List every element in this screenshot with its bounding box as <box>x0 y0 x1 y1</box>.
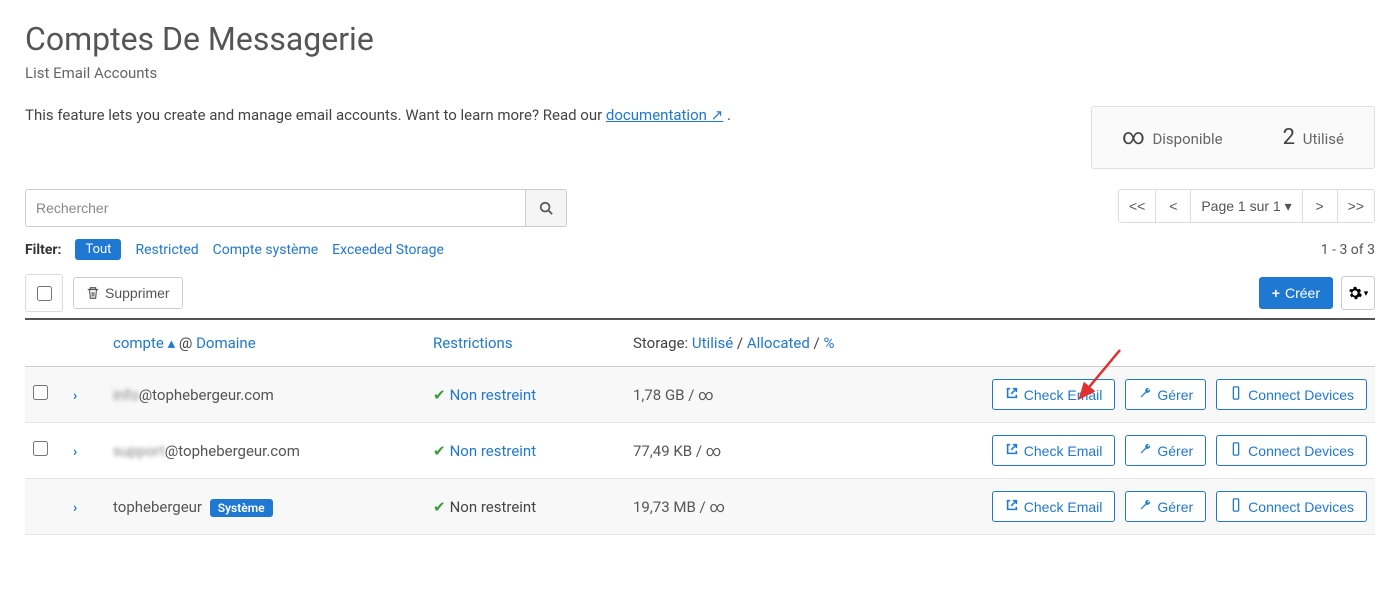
manage-button[interactable]: Gérer <box>1125 435 1206 466</box>
search-icon <box>539 201 553 215</box>
trash-icon <box>86 286 100 300</box>
device-icon <box>1229 386 1243 403</box>
delete-button[interactable]: Supprimer <box>73 277 183 309</box>
select-all-checkbox[interactable] <box>37 286 52 301</box>
caret-down-icon: ▾ <box>1364 288 1369 299</box>
filter-all[interactable]: Tout <box>75 239 121 260</box>
used-label: Utilisé <box>1303 130 1344 148</box>
filter-restricted[interactable]: Restricted <box>135 242 198 258</box>
used-count: 2 <box>1283 125 1295 150</box>
check-email-button[interactable]: Check Email <box>992 491 1116 522</box>
plus-icon: + <box>1272 285 1280 301</box>
expand-row-icon[interactable]: › <box>73 444 77 460</box>
page-prev-button[interactable]: < <box>1155 189 1191 223</box>
wrench-icon <box>1138 498 1152 515</box>
external-link-icon <box>1005 442 1019 459</box>
connect-devices-button[interactable]: Connect Devices <box>1216 491 1367 522</box>
device-icon <box>1229 498 1243 515</box>
account-domain-part: @tophebergeur.com <box>165 442 300 460</box>
create-button[interactable]: + Créer <box>1259 277 1333 309</box>
filter-label: Filter: <box>25 242 61 258</box>
manage-button[interactable]: Gérer <box>1125 491 1206 522</box>
restriction-value: Non restreint <box>450 498 537 516</box>
accounts-table: compte ▴ @ Domaine Restrictions Storage:… <box>25 320 1375 535</box>
connect-devices-button[interactable]: Connect Devices <box>1216 379 1367 410</box>
expand-row-icon[interactable]: › <box>73 500 77 516</box>
external-link-icon <box>1005 386 1019 403</box>
account-domain-part: tophebergeur <box>113 498 202 516</box>
wrench-icon <box>1138 442 1152 459</box>
row-checkbox[interactable] <box>33 441 48 456</box>
account-cell: tophebergeur Système <box>105 479 425 535</box>
check-icon: ✔ <box>433 498 446 516</box>
column-account[interactable]: compte ▴ @ Domaine <box>105 320 425 367</box>
caret-down-icon: ▾ <box>1285 198 1292 214</box>
check-email-button[interactable]: Check Email <box>992 379 1116 410</box>
available-label: Disponible <box>1152 130 1222 148</box>
account-domain-part: @tophebergeur.com <box>139 386 274 404</box>
select-all-container <box>25 274 63 312</box>
column-restrictions[interactable]: Restrictions <box>425 320 625 367</box>
check-icon: ✔ <box>433 442 446 460</box>
connect-devices-button[interactable]: Connect Devices <box>1216 435 1367 466</box>
available-count: ∞ <box>1122 125 1145 150</box>
stats-panel: ∞ Disponible 2 Utilisé <box>1091 106 1375 169</box>
storage-value: 77,49 KB / ∞ <box>625 423 875 479</box>
filter-system[interactable]: Compte système <box>213 242 319 258</box>
system-badge: Système <box>210 499 273 517</box>
restriction-value[interactable]: Non restreint <box>450 442 537 460</box>
wrench-icon <box>1138 386 1152 403</box>
account-cell: info@tophebergeur.com <box>105 367 425 423</box>
filter-exceeded[interactable]: Exceeded Storage <box>332 242 444 258</box>
table-row: › support@tophebergeur.com ✔Non restreint 7… <box>25 423 1375 479</box>
check-email-button[interactable]: Check Email <box>992 435 1116 466</box>
external-link-icon <box>1005 498 1019 515</box>
sort-asc-icon: ▴ <box>168 334 176 352</box>
feature-description: This feature lets you create and manage … <box>25 106 1091 124</box>
account-local-part: support <box>113 442 165 460</box>
device-icon <box>1229 442 1243 459</box>
page-last-button[interactable]: >> <box>1337 189 1375 223</box>
settings-button[interactable]: ▾ <box>1341 276 1375 310</box>
search-button[interactable] <box>525 189 567 227</box>
row-checkbox[interactable] <box>33 385 48 400</box>
page-next-button[interactable]: > <box>1302 189 1338 223</box>
documentation-link[interactable]: documentation ↗ <box>606 106 723 124</box>
storage-value: 19,73 MB / ∞ <box>625 479 875 535</box>
page-first-button[interactable]: << <box>1118 189 1156 223</box>
gear-icon <box>1348 286 1362 300</box>
manage-button[interactable]: Gérer <box>1125 379 1206 410</box>
check-icon: ✔ <box>433 386 446 404</box>
page-subtitle: List Email Accounts <box>25 64 1375 82</box>
storage-value: 1,78 GB / ∞ <box>625 367 875 423</box>
table-row: › info@tophebergeur.com ✔Non restreint 1,78… <box>25 367 1375 423</box>
pagination: << < Page 1 sur 1 ▾ > >> <box>1118 189 1375 223</box>
restriction-value[interactable]: Non restreint <box>450 386 537 404</box>
account-cell: support@tophebergeur.com <box>105 423 425 479</box>
search-input[interactable] <box>25 189 525 227</box>
results-count: 1 - 3 of 3 <box>1321 242 1375 258</box>
external-link-icon: ↗ <box>711 106 724 124</box>
page-title: Comptes De Messagerie <box>25 20 1375 58</box>
column-storage: Storage: Utilisé / Allocated / % <box>625 320 875 367</box>
expand-row-icon[interactable]: › <box>73 388 77 404</box>
table-row: › tophebergeur Système ✔Non restreint 19,73… <box>25 479 1375 535</box>
account-local-part: info <box>113 386 139 404</box>
page-select-button[interactable]: Page 1 sur 1 ▾ <box>1190 189 1302 223</box>
